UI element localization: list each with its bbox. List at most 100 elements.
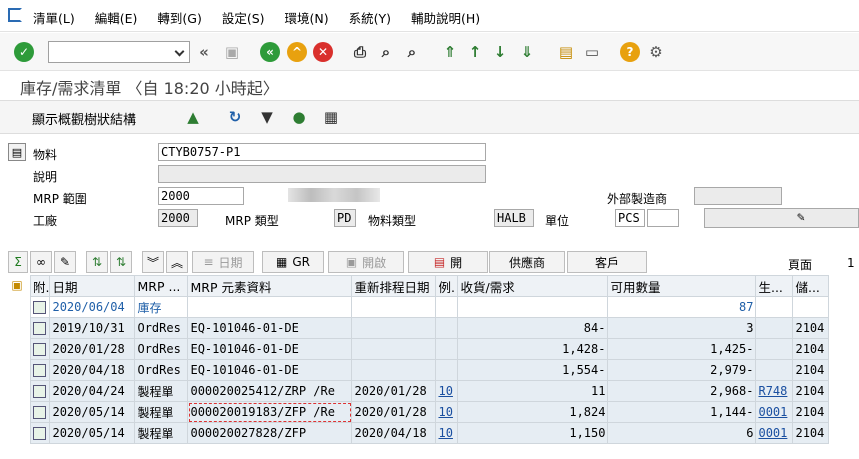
table-row[interactable]: 2020/05/14 製程單 000020027828/ZFP 2020/04/… [29, 422, 830, 444]
cell-date: 2020/06/04 [49, 296, 136, 318]
help-icon[interactable]: ? [620, 42, 640, 62]
col-date[interactable]: 日期 [49, 275, 136, 297]
open-object-button[interactable]: ▣ 開啟 [328, 251, 404, 273]
cell-mrp-element: 製程單 [134, 422, 189, 444]
table-row[interactable]: 2020/04/18 OrdRes EQ-101046-01-DE 1,554-… [29, 359, 830, 381]
menu-settings[interactable]: 設定(S) [222, 8, 265, 27]
edit-icon[interactable]: ✎ [797, 210, 805, 226]
customer-button[interactable]: 客戶 [567, 251, 647, 273]
refresh-icon[interactable]: ↻ [225, 107, 245, 127]
find-icon[interactable]: ⌕ [376, 42, 396, 62]
long-text-field[interactable]: ✎ [704, 208, 859, 228]
production-link[interactable]: 0001 [758, 405, 787, 419]
description-label: 說明 [33, 170, 58, 184]
vendor-button[interactable]: 供應商 [489, 251, 565, 273]
cell-date: 2020/05/14 [49, 422, 136, 444]
show-overview-tree-button[interactable]: 顯示概觀樹狀結構 [32, 109, 136, 128]
gr-button[interactable]: ▦ GR [262, 251, 324, 273]
layout-icon[interactable]: ▣ [8, 276, 26, 294]
cell-storage: 2104 [792, 317, 830, 339]
user-icon[interactable]: ● [289, 107, 309, 127]
sort-ascending-icon[interactable]: ⇅ [86, 251, 108, 273]
gear-icon[interactable]: ⚙ [646, 42, 666, 62]
material-field[interactable]: CTYB0757-P1 [158, 143, 486, 161]
first-page-icon[interactable]: ⇑ [440, 42, 460, 62]
mrp-type-field: PD [334, 209, 356, 227]
unit-label: 單位 [545, 214, 570, 228]
menu-system[interactable]: 系統(Y) [349, 8, 391, 27]
description-field [158, 165, 486, 183]
col-production[interactable]: 生... [755, 275, 794, 297]
mrp-area-field[interactable]: 2000 [158, 187, 244, 205]
menu-edit[interactable]: 編輯(E) [95, 8, 138, 27]
back-icon[interactable]: « [260, 42, 280, 62]
table-row[interactable]: 2020/04/24 製程單 000020025412/ZRP /Re 2020… [29, 380, 830, 402]
cancel-icon[interactable]: ✕ [313, 42, 333, 62]
pencil-icon[interactable]: ✎ [54, 251, 76, 273]
details-icon[interactable]: ∞ [30, 251, 52, 273]
exit-icon[interactable]: ^ [287, 42, 307, 62]
shortcut-icon[interactable]: ▭ [582, 42, 602, 62]
previous-page-icon[interactable]: ↑ [465, 42, 485, 62]
date-button[interactable]: ≡ 日期 [192, 251, 254, 273]
collapse-icon[interactable]: « [194, 42, 214, 62]
material-type-label: 物料類型 [368, 214, 417, 228]
next-page-icon[interactable]: ↓ [490, 42, 510, 62]
exception-link[interactable]: 10 [438, 384, 452, 398]
row-details-icon[interactable] [29, 401, 51, 423]
col-mrp-element-data[interactable]: MRP 元素資料 [187, 275, 353, 297]
cell-element-data[interactable]: 000020019183/ZFP /Re [187, 401, 353, 423]
table-settings-icon[interactable]: ▦ [321, 107, 341, 127]
menu-goto[interactable]: 轉到(G) [157, 8, 201, 27]
col-reschedule-date[interactable]: 重新排程日期 [351, 275, 437, 297]
enter-icon[interactable]: ✓ [14, 42, 34, 62]
material-type-field: HALB [494, 209, 534, 227]
col-storage[interactable]: 儲... [792, 275, 830, 297]
sum-icon[interactable]: Σ [8, 251, 28, 273]
row-details-icon[interactable] [29, 296, 51, 318]
row-details-icon[interactable] [29, 338, 51, 360]
menu-environment[interactable]: 環境(N) [285, 8, 329, 27]
menu-list[interactable]: 清單(L) [33, 8, 75, 27]
production-link[interactable]: 0001 [758, 426, 787, 440]
find-next-icon[interactable]: ⌕ [402, 42, 422, 62]
collapse-all-icon[interactable]: ︽ [166, 251, 188, 273]
col-receipt-requirement[interactable]: 收貨/需求 [457, 275, 609, 297]
filter-icon[interactable]: ▼ [257, 107, 277, 127]
table-row[interactable]: 2020/06/04 庫存 87 [29, 296, 830, 318]
open-button[interactable]: ▤ 開 [408, 251, 488, 273]
table-row[interactable]: 2020/01/28 OrdRes EQ-101046-01-DE 1,428-… [29, 338, 830, 360]
command-field[interactable] [48, 41, 190, 63]
create-session-icon[interactable]: ▤ [556, 42, 576, 62]
redacted-text [288, 188, 380, 202]
exception-link[interactable]: 10 [438, 405, 452, 419]
production-link[interactable]: R748 [758, 384, 787, 398]
expand-all-icon[interactable]: ︾ [142, 251, 164, 273]
exception-link[interactable]: 10 [438, 426, 452, 440]
col-mrp-element[interactable]: MRP ... [134, 275, 189, 297]
sap-menu-icon[interactable] [8, 8, 22, 22]
cell-mrp-element: 庫存 [134, 296, 189, 318]
cell-reschedule [351, 317, 437, 339]
cell-exception [435, 359, 459, 381]
cell-reschedule: 2020/04/18 [351, 422, 437, 444]
cell-storage: 2104 [792, 401, 830, 423]
table-row[interactable]: 2019/10/31 OrdRes EQ-101046-01-DE 84- 3 … [29, 317, 830, 339]
header-toggle-icon[interactable]: ▤ [8, 143, 26, 161]
cell-receipt: 84- [457, 317, 609, 339]
col-exception[interactable]: 例. [435, 275, 459, 297]
col-available-qty[interactable]: 可用數量 [607, 275, 757, 297]
menu-help[interactable]: 輔助說明(H) [411, 8, 480, 27]
cell-date: 2020/04/18 [49, 359, 136, 381]
row-details-icon[interactable] [29, 317, 51, 339]
save-icon[interactable]: ▣ [222, 42, 242, 62]
row-details-icon[interactable] [29, 422, 51, 444]
table-row[interactable]: 2020/05/14 製程單 000020019183/ZFP /Re 2020… [29, 401, 830, 423]
row-details-icon[interactable] [29, 380, 51, 402]
chart-icon[interactable]: ▲ [183, 107, 203, 127]
sort-descending-icon[interactable]: ⇅ [110, 251, 132, 273]
row-details-icon[interactable] [29, 359, 51, 381]
last-page-icon[interactable]: ⇓ [517, 42, 537, 62]
print-icon[interactable]: ⎙ [350, 42, 370, 62]
col-attachment[interactable]: 附. [29, 275, 51, 297]
